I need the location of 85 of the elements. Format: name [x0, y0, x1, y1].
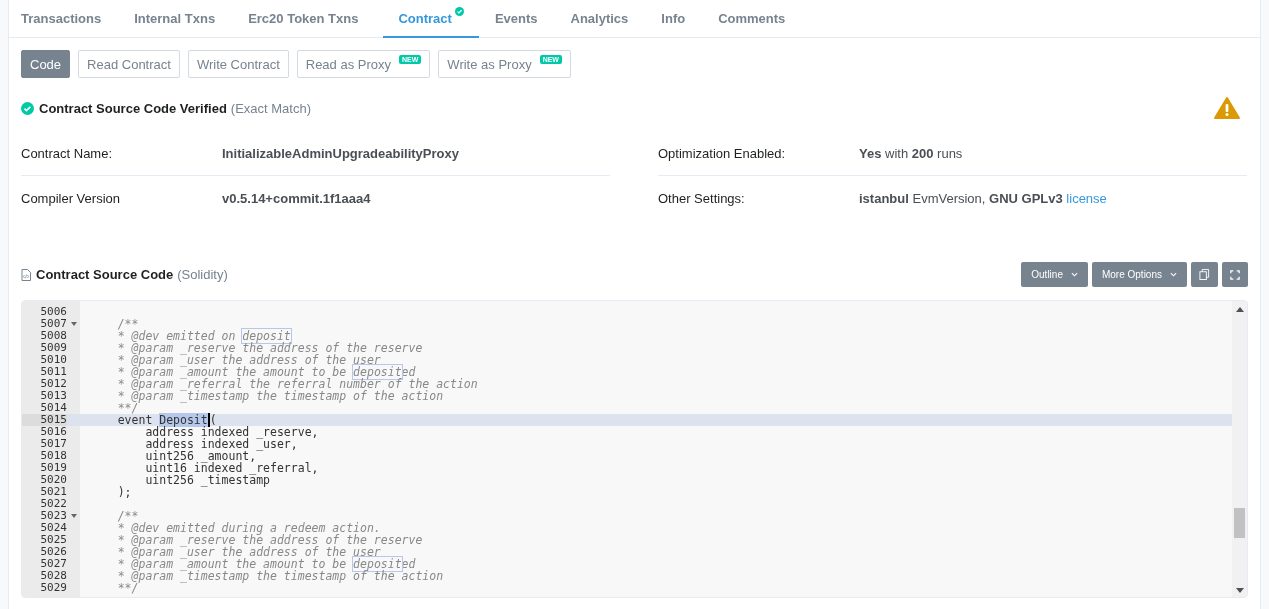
detail-value: Yes with 200 runs: [859, 145, 963, 161]
line-number: 5028: [39, 570, 67, 582]
line-number: 5007: [39, 318, 67, 330]
line-number: 5009: [39, 342, 67, 354]
line-number: 5006: [39, 306, 67, 318]
copy-button[interactable]: [1191, 262, 1218, 287]
code-comment: * @param _user the address of the user: [116, 546, 381, 558]
caret-icon: [1170, 272, 1177, 277]
code-comment: /**: [116, 510, 139, 522]
code-line: uint256 _timestamp: [144, 474, 270, 486]
code-comment: * @param _timestamp the timestamp of the action: [116, 390, 444, 402]
detail-label: Other Settings:: [658, 190, 746, 206]
line-number: 5023: [39, 510, 67, 522]
line-number: 5019: [39, 462, 67, 474]
line-number: 5016: [39, 426, 67, 438]
fullscreen-button[interactable]: [1222, 262, 1248, 287]
verified-title: Contract Source Code Verified: [39, 100, 227, 116]
line-number: 5013: [39, 390, 67, 402]
line-number: 5029: [39, 582, 67, 594]
code-comment: * @dev emitted during a redeem action.: [116, 522, 381, 534]
detail-label: Contract Name:: [21, 145, 114, 161]
sub-tab[interactable]: Read Contract: [78, 50, 180, 78]
line-number: 5012: [39, 378, 67, 390]
code-line: uint16 indexed _referral,: [144, 462, 319, 474]
code-comment: **/: [116, 582, 139, 594]
line-number: 5008: [39, 330, 67, 342]
tab[interactable]: Transactions: [13, 0, 119, 38]
code-line: event Deposit (: [116, 414, 217, 426]
line-number: 5010: [39, 354, 67, 366]
line-number: 5024: [39, 522, 67, 534]
copy-icon: [1199, 269, 1210, 280]
tab[interactable]: Analytics: [562, 0, 646, 38]
dropdown-button[interactable]: More Options: [1091, 262, 1187, 287]
detail-label: Optimization Enabled:: [658, 145, 787, 161]
scrollbar-thumb[interactable]: [1234, 508, 1245, 538]
line-number: 5015: [22, 414, 67, 426]
code-comment: * @param _referral the referral number of the action: [116, 378, 478, 390]
tab[interactable]: Events: [486, 0, 555, 38]
line-number: 5025: [39, 534, 67, 546]
line-number: 5026: [39, 546, 67, 558]
detail-value: istanbul EvmVersion, GNU GPLv3 license: [859, 190, 1107, 206]
line-number: 5018: [39, 450, 67, 462]
code-line: uint256 _amount,: [144, 450, 257, 462]
line-number: 5020: [39, 474, 67, 486]
detail-value: v0.5.14+commit.1f1aaa4: [222, 190, 371, 206]
tab[interactable]: Erc20 Token Txns: [240, 0, 376, 38]
up-arrow-icon[interactable]: [1235, 307, 1244, 312]
line-number: 5022: [39, 498, 67, 510]
tab[interactable]: Contract: [383, 0, 479, 38]
tab[interactable]: Info: [653, 0, 703, 38]
dropdown-button[interactable]: Outline: [1021, 262, 1088, 287]
warning-icon[interactable]: [1214, 97, 1240, 119]
code-comment: /**: [116, 318, 139, 330]
code-comment: * @param _reserve the address of the reserve: [116, 342, 423, 354]
tab[interactable]: Comments: [710, 0, 803, 38]
line-number: 5017: [39, 438, 67, 450]
detail-value: InitializableAdminUpgradeabilityProxy: [222, 145, 459, 161]
detail-label: Compiler Version: [21, 190, 121, 206]
tab[interactable]: Internal Txns: [126, 0, 233, 38]
fold-icon[interactable]: [70, 514, 77, 518]
code-line: address indexed _user,: [144, 438, 298, 450]
code-comment: * @param _reserve the address of the reserve: [116, 534, 423, 546]
license-link[interactable]: license: [1066, 190, 1107, 206]
code-comment: * @param _timestamp the timestamp of the action: [116, 570, 444, 582]
fullscreen-icon: [1230, 269, 1240, 280]
line-number: 5014: [39, 402, 67, 414]
source-title: Contract Source Code: [36, 267, 174, 282]
caret-icon: [1070, 272, 1078, 277]
line-number: 5011: [39, 366, 67, 378]
code-comment: * @param _user the address of the user: [116, 354, 381, 366]
match-note: (Exact Match): [230, 100, 311, 116]
code-comment: **/: [116, 402, 139, 414]
fold-icon[interactable]: [70, 322, 77, 326]
code-line: address indexed _reserve,: [144, 426, 319, 438]
code-file-icon: [21, 268, 31, 281]
scrollbar[interactable]: [1232, 301, 1247, 597]
language-note: (Solidity): [177, 267, 228, 282]
code-line: );: [116, 486, 132, 498]
check-circle-icon: [21, 101, 34, 115]
sub-tab[interactable]: Write Contract: [187, 50, 289, 78]
down-arrow-icon[interactable]: [1235, 588, 1244, 593]
code-comment: * @dev emitted on deposit: [116, 330, 291, 342]
sub-tab[interactable]: Code: [21, 50, 71, 78]
line-number: 5021: [39, 486, 67, 498]
line-number: 5027: [39, 558, 67, 570]
